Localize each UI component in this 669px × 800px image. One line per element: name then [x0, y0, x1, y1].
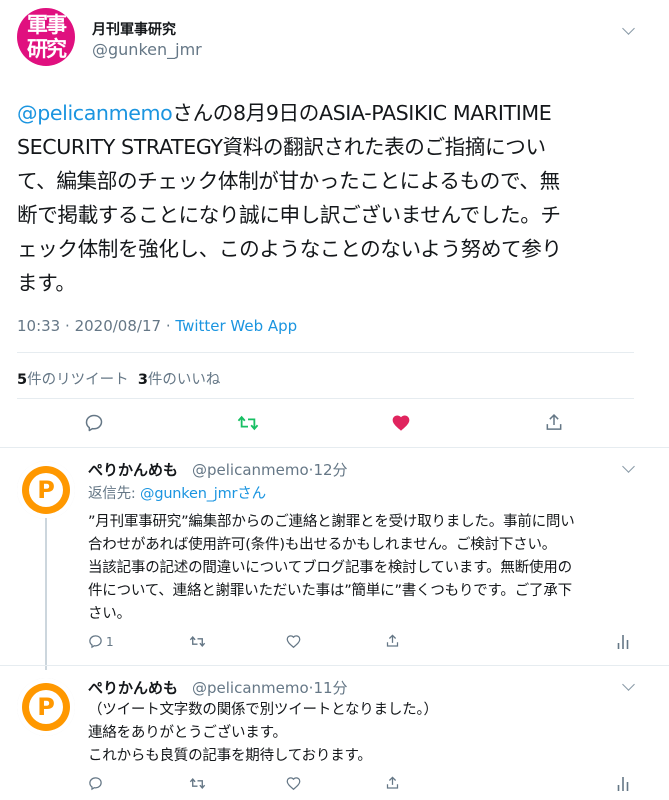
- reply-time[interactable]: 12分: [313, 461, 347, 479]
- share-icon[interactable]: [544, 412, 564, 433]
- reply-to-handle[interactable]: @gunken_jmr: [140, 486, 237, 502]
- avatar-letter: P: [37, 476, 55, 504]
- tweet-time[interactable]: 10:33: [17, 317, 60, 335]
- reply-text-line: （ツイート文字数の関係で別ツイートとなりました。）: [88, 702, 438, 718]
- retweet-label: 件のリツイート: [27, 372, 129, 388]
- reply-author-handle-time: @pelicanmemo·11分: [192, 677, 348, 698]
- tweet-date[interactable]: 2020/08/17: [75, 317, 161, 335]
- like-count: 3: [137, 372, 148, 388]
- author-name[interactable]: 月刊軍事研究: [92, 19, 176, 39]
- tweet-meta: 10:33 · 2020/08/17 · Twitter Web App: [17, 317, 297, 335]
- tweet-text: @pelicanmemoさんの8月9日のASIA-PASIKIC MARITIM…: [17, 96, 647, 300]
- chevron-down-icon[interactable]: [622, 22, 635, 35]
- divider: [0, 447, 669, 448]
- reply-text-line: さい。: [88, 606, 131, 622]
- divider: [17, 398, 634, 399]
- reply-text-line: 件について、連絡と謝罪いただいた事は”簡単に”書くつもりです。ご了承下: [88, 583, 572, 599]
- meta-separator: ·: [65, 317, 70, 335]
- tweet-text-line: さんの8月9日のASIA-PASIKIC MARITIME: [172, 101, 552, 125]
- avatar-logo-text: 研究: [27, 37, 67, 61]
- divider: [17, 352, 634, 353]
- like-stat[interactable]: 3件のいいね: [138, 372, 221, 388]
- reply-text-line: これからも良質の記事を期待しております。: [88, 748, 372, 764]
- like-label: 件のいいね: [147, 372, 221, 388]
- chevron-down-icon[interactable]: [622, 460, 635, 473]
- reply-to-label: 返信先:: [88, 486, 136, 502]
- tweet-text-line: ェック体制を強化し、このようなことのないよう努めて参り: [17, 237, 562, 261]
- meta-separator: ·: [165, 317, 171, 335]
- pelican-logo: P: [17, 461, 75, 519]
- like-icon[interactable]: [286, 634, 301, 649]
- tweet-source[interactable]: Twitter Web App: [175, 317, 297, 335]
- share-icon[interactable]: [385, 775, 400, 791]
- tweet-text-line: ます。: [17, 271, 76, 295]
- reply-text-line: 合わせがあれば使用許可(条件)も出せるかもしれません。ご検討下さい。: [88, 537, 557, 553]
- analytics-icon[interactable]: [617, 776, 629, 791]
- thread-connector: [45, 518, 47, 670]
- divider: [0, 665, 669, 666]
- mention-link[interactable]: @pelicanmemo: [17, 101, 173, 125]
- author-handle[interactable]: @gunken_jmr: [92, 40, 202, 59]
- reply-text-line: 当該記事の記述の間違いについてブログ記事を検討しています。無断使用の: [88, 560, 572, 576]
- reply-author-name[interactable]: ぺりかんめも: [88, 459, 178, 480]
- tweet-stats: 5件のリツイート 3件のいいね: [17, 368, 220, 389]
- reply-author-handle[interactable]: @pelicanmemo: [192, 461, 309, 479]
- author-avatar[interactable]: 軍事 研究: [17, 8, 75, 66]
- reply-to-suffix: さん: [237, 486, 266, 502]
- reply-icon[interactable]: [88, 634, 103, 649]
- tweet-text-line: SECURITY STRATEGY資料の翻訳された表のご指摘につい: [17, 135, 546, 159]
- reply-text-line: ”月刊軍事研究”編集部からのご連絡と謝罪とを受け取りました。事前に問い: [88, 514, 575, 530]
- tweet-text-line: て、編集部のチェック体制が甘かったことによるもので、無: [17, 169, 560, 193]
- reply-time[interactable]: 11分: [313, 679, 347, 697]
- reply-avatar[interactable]: P: [17, 461, 75, 519]
- avatar-logo-text: 軍事: [27, 13, 67, 37]
- reply-author-name[interactable]: ぺりかんめも: [88, 677, 178, 698]
- reply-icon[interactable]: [88, 776, 103, 791]
- retweet-stat[interactable]: 5件のリツイート: [17, 372, 129, 388]
- retweet-icon[interactable]: [189, 776, 206, 791]
- like-icon[interactable]: [286, 776, 301, 791]
- retweet-icon[interactable]: [237, 413, 259, 433]
- chevron-down-icon[interactable]: [622, 678, 635, 691]
- retweet-icon[interactable]: [189, 634, 206, 649]
- like-icon-filled[interactable]: [391, 413, 411, 433]
- analytics-icon[interactable]: [617, 634, 629, 649]
- share-icon[interactable]: [385, 633, 400, 649]
- reply-to: 返信先: @gunken_jmrさん: [88, 483, 266, 505]
- avatar-letter: P: [37, 693, 55, 721]
- reply-avatar[interactable]: P: [17, 678, 75, 736]
- reply-icon[interactable]: [84, 413, 104, 433]
- reply-author-handle-time: @pelicanmemo·12分: [192, 459, 348, 480]
- reply-text-line: 連絡をありがとうございます。: [88, 725, 287, 741]
- reply-author-handle[interactable]: @pelicanmemo: [192, 679, 309, 697]
- reply-count: 1: [106, 635, 114, 649]
- tweet-text-line: 断で掲載することになり誠に申し訳ございませんでした。チ: [17, 203, 561, 227]
- pelican-logo: P: [17, 678, 75, 736]
- retweet-count: 5: [17, 372, 28, 388]
